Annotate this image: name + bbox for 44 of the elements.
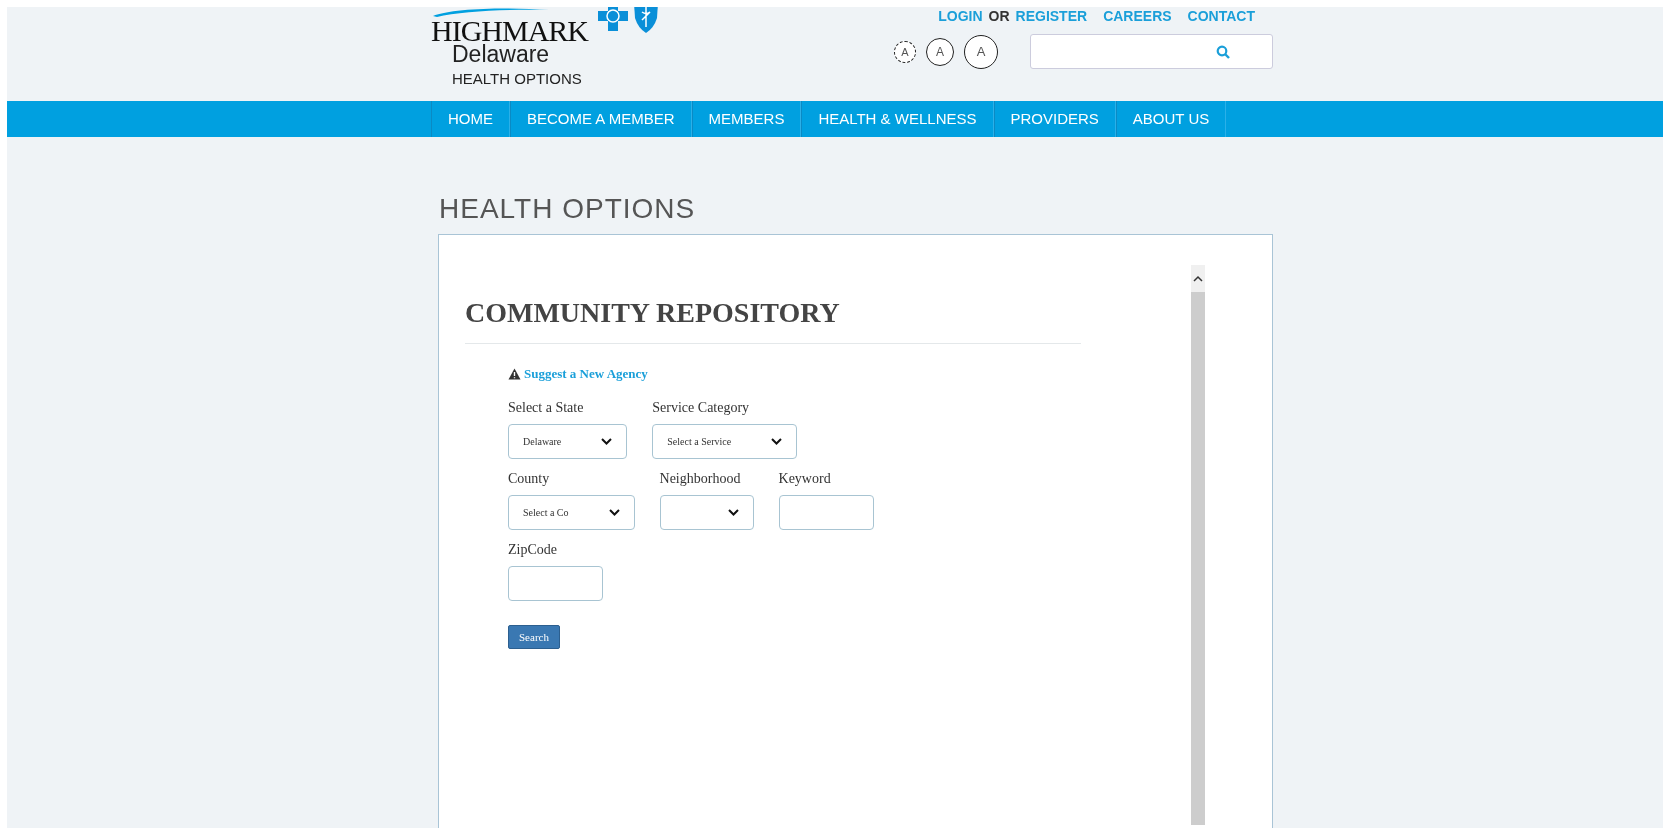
nav-item[interactable]: MEMBERS [691,101,802,137]
top-link[interactable]: LOGIN [938,8,983,24]
nav-item[interactable]: ABOUT US [1115,101,1227,137]
warning-icon [508,368,521,380]
logo-tagline: HEALTH OPTIONS [452,70,583,87]
dropdown[interactable]: Delaware [508,424,628,459]
nav-item[interactable]: PROVIDERS [993,101,1116,137]
section-title: COMMUNITY REPOSITORY [465,297,841,329]
top-link[interactable]: CAREERS [1103,8,1172,24]
field-label: ZipCode [508,542,558,558]
top-link[interactable]: CONTACT [1187,8,1255,24]
page-title: HEALTH OPTIONS [439,193,697,225]
chevron-icon [771,438,783,445]
nav-item[interactable]: HOME [431,101,510,137]
search-button[interactable]: Search [508,625,560,649]
field-label: County [508,471,551,487]
shield-icon [632,7,660,34]
field-label: Service Category [652,400,751,416]
nav-item[interactable]: BECOME A MEMBER [510,101,692,137]
logo-region: Delaware [452,42,551,66]
font-size-button[interactable]: A [894,40,916,63]
input-field[interactable] [778,495,874,530]
top-link[interactable]: REGISTER [1015,8,1088,24]
logo-wordmark: HIGHMARK [431,18,588,44]
chevron-icon [727,509,739,516]
scrollbar[interactable] [1191,265,1205,825]
font-size-button[interactable]: A [926,37,954,66]
nav-item[interactable]: HEALTH & WELLNESS [801,101,994,137]
search-icon[interactable] [1216,44,1230,59]
field-label: Select a State [508,400,585,416]
separator-text: OR [988,8,1010,24]
search-field[interactable] [1030,34,1273,69]
dropdown[interactable]: Select a Service [652,424,798,459]
chevron-icon [608,509,620,516]
dropdown[interactable]: Select a Co [508,495,635,530]
chevron-icon [601,438,613,445]
cross-icon [597,7,629,32]
field-label: Keyword [778,471,832,487]
dropdown[interactable] [659,495,754,530]
scroll-up-icon[interactable] [1191,265,1205,292]
font-size-button[interactable]: A [964,34,998,69]
input-field[interactable] [508,566,603,601]
field-label: Neighborhood [659,471,742,487]
suggest-agency-link[interactable]: Suggest a New Agency [524,366,648,382]
